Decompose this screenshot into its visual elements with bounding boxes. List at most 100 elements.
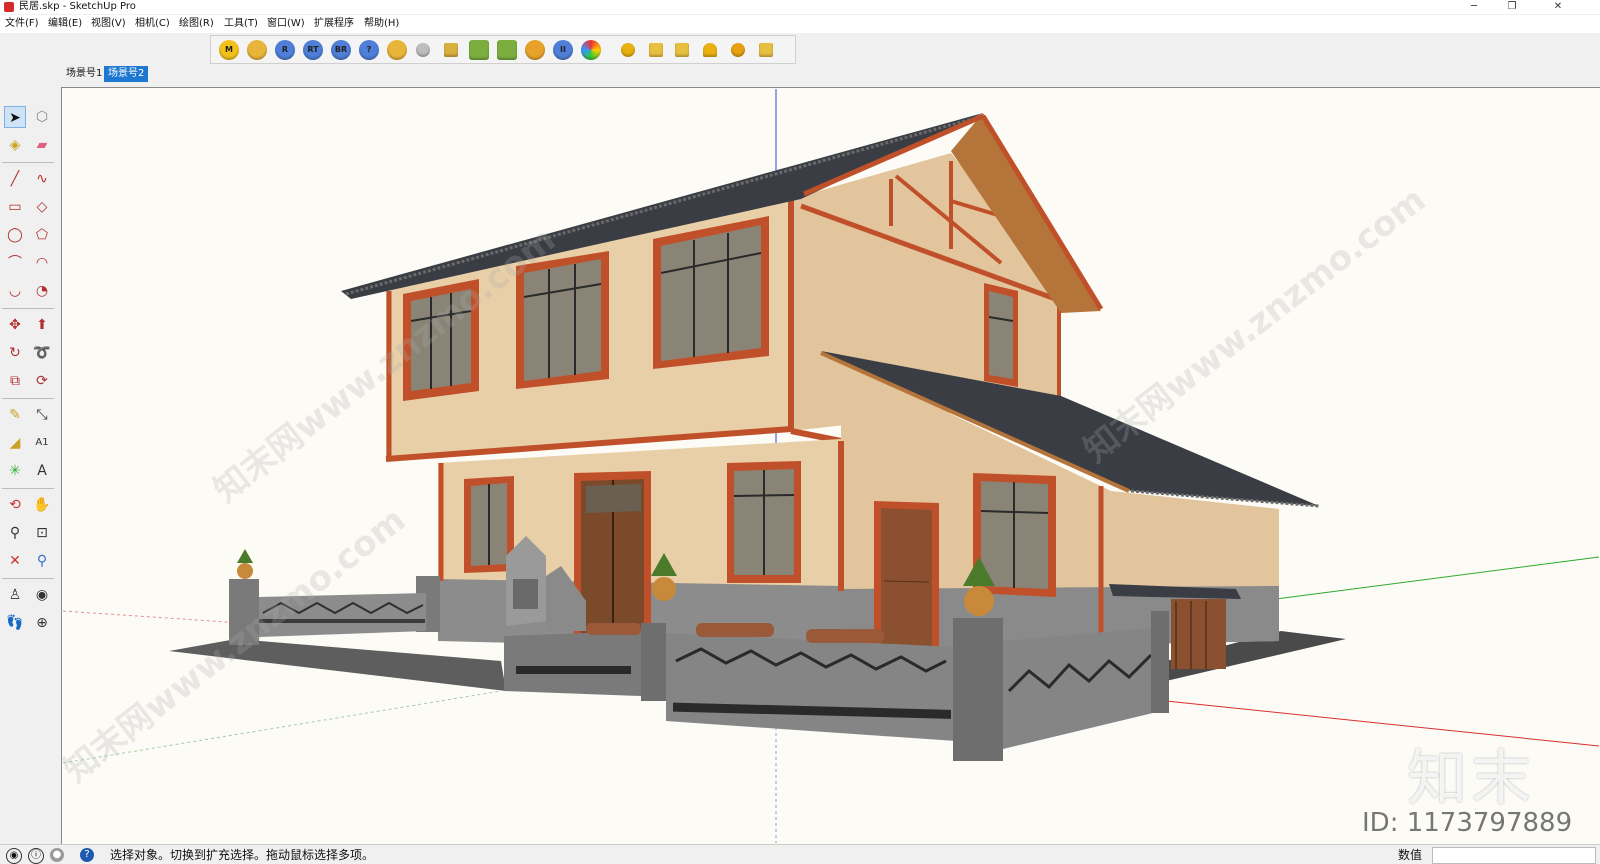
sketchup-app-icon bbox=[4, 2, 14, 12]
component-tool-icon[interactable]: ⬡ bbox=[31, 106, 53, 128]
toolbar-ball-icon[interactable] bbox=[731, 43, 745, 57]
log-bench bbox=[586, 623, 641, 635]
user-icon[interactable]: ● bbox=[50, 848, 64, 862]
toolbar-dome-icon[interactable] bbox=[703, 43, 717, 57]
toolbar-m-button[interactable]: M bbox=[219, 40, 239, 60]
toolbar-terrain-icon[interactable] bbox=[469, 40, 489, 60]
zoom-extents-icon[interactable]: ✕ bbox=[4, 550, 26, 572]
tab-scene-1[interactable]: 场景号1 bbox=[62, 66, 106, 82]
toolbar-stand-icon[interactable] bbox=[649, 43, 663, 57]
toolbar-fence-icon[interactable] bbox=[444, 43, 458, 57]
log-bench bbox=[806, 629, 884, 643]
window-upper-3 bbox=[653, 216, 769, 369]
menu-draw[interactable]: 绘图(R) bbox=[179, 17, 214, 31]
toolbar-help-button[interactable]: ? bbox=[359, 40, 379, 60]
zoom-tool-icon[interactable]: ⚲ bbox=[4, 522, 26, 544]
rotate-tool-icon[interactable]: ↻ bbox=[4, 342, 26, 364]
large-tool-set: ➤ ⬡ ◈ ▰ ╱ ∿ ▭ ◇ ◯ ⬠ ⌒ ◠ ◡ ◔ ✥ ⬆ ↻ ➰ ⧉ ⟳ … bbox=[0, 104, 58, 656]
toolbar-lamp-icon[interactable] bbox=[759, 43, 773, 57]
menu-tools[interactable]: 工具(T) bbox=[224, 17, 258, 31]
minimize-button[interactable]: ─ bbox=[1462, 0, 1486, 14]
polygon-tool-icon[interactable]: ⬠ bbox=[31, 224, 53, 246]
push-pull-icon[interactable]: ⬆ bbox=[31, 314, 53, 336]
walk-tool-icon[interactable]: 👣 bbox=[4, 612, 26, 634]
credits-icon[interactable]: ⓘ bbox=[28, 848, 44, 864]
previous-view-icon[interactable]: ⚲ bbox=[31, 550, 53, 572]
window-title: 民居.skp - SketchUp Pro bbox=[19, 1, 136, 12]
menu-edit[interactable]: 编辑(E) bbox=[48, 17, 82, 31]
toolbar-pause-button[interactable]: II bbox=[553, 40, 573, 60]
freehand-tool-icon[interactable]: ∿ bbox=[31, 168, 53, 190]
status-message: 选择对象。切换到扩充选择。拖动鼠标选择多项。 bbox=[110, 848, 375, 862]
menu-bar: 文件(F) 编辑(E) 视图(V) 相机(C) 绘图(R) 工具(T) 窗口(W… bbox=[0, 15, 1600, 33]
extension-toolbar: M R RT BR ? II bbox=[210, 35, 796, 64]
toolbar-flag-icon[interactable] bbox=[675, 43, 689, 57]
close-button[interactable]: ✕ bbox=[1546, 0, 1570, 14]
log-bench bbox=[696, 623, 774, 637]
side-door bbox=[874, 501, 939, 653]
rectangle-tool-icon[interactable]: ▭ bbox=[4, 196, 26, 218]
restore-button[interactable]: ❐ bbox=[1500, 0, 1524, 14]
planter-left bbox=[237, 549, 253, 579]
dimension-tool-icon[interactable]: ⤡ bbox=[31, 404, 53, 426]
three-point-arc-icon[interactable]: ◡ bbox=[4, 280, 26, 302]
offset-tool-icon[interactable]: ⟳ bbox=[31, 370, 53, 392]
toolbar-rt-button[interactable]: RT bbox=[303, 40, 323, 60]
tool-separator bbox=[2, 578, 54, 579]
3d-text-icon[interactable]: A bbox=[31, 460, 53, 482]
protractor-icon[interactable]: ◢ bbox=[4, 432, 26, 454]
select-tool-icon[interactable]: ➤ bbox=[4, 106, 26, 128]
text-tool-icon[interactable]: A1 bbox=[31, 432, 53, 454]
pie-tool-icon[interactable]: ◔ bbox=[31, 280, 53, 302]
pan-tool-icon[interactable]: ✋ bbox=[31, 494, 53, 516]
geo-location-icon[interactable]: ◉ bbox=[6, 848, 22, 864]
toolbar-label-icon[interactable] bbox=[387, 40, 407, 60]
menu-camera[interactable]: 相机(C) bbox=[135, 17, 170, 31]
measurements-input[interactable] bbox=[1432, 847, 1596, 864]
toolbar-terrain-edit-icon[interactable] bbox=[497, 40, 517, 60]
position-camera-icon[interactable]: ♙ bbox=[4, 584, 26, 606]
menu-help[interactable]: 帮助(H) bbox=[364, 17, 399, 31]
title-bar: 民居.skp - SketchUp Pro ─ ❐ ✕ bbox=[0, 0, 1600, 14]
toolbar-br-button[interactable]: BR bbox=[331, 40, 351, 60]
paint-bucket-icon[interactable]: ◈ bbox=[4, 134, 26, 156]
tape-measure-icon[interactable]: ✎ bbox=[4, 404, 26, 426]
instructor-help-icon[interactable]: ? bbox=[80, 848, 94, 862]
arc-tool-icon[interactable]: ⌒ bbox=[4, 252, 26, 274]
eraser-icon[interactable]: ▰ bbox=[31, 134, 53, 156]
section-plane-icon[interactable]: ⊕ bbox=[31, 612, 53, 634]
tool-separator bbox=[2, 162, 54, 163]
scene-tabs: 场景号1 场景号2 bbox=[0, 66, 1600, 84]
orbit-tool-icon[interactable]: ⟲ bbox=[4, 494, 26, 516]
model-viewport[interactable]: 知末网www.znzmo.com 知末网www.znzmo.com 知末网www… bbox=[61, 87, 1600, 844]
rotated-rectangle-icon[interactable]: ◇ bbox=[31, 196, 53, 218]
toolbar-target-icon[interactable] bbox=[525, 40, 545, 60]
toolbar-gold-sphere-icon[interactable] bbox=[621, 43, 635, 57]
move-tool-icon[interactable]: ✥ bbox=[4, 314, 26, 336]
axes-tool-icon[interactable]: ✳ bbox=[4, 460, 26, 482]
watermark-logo: 知末 bbox=[1407, 744, 1535, 814]
window-lower-2 bbox=[727, 461, 801, 583]
scale-tool-icon[interactable]: ⧉ bbox=[4, 370, 26, 392]
tab-scene-2[interactable]: 场景号2 bbox=[104, 66, 149, 82]
menu-window[interactable]: 窗口(W) bbox=[267, 17, 305, 31]
toolbar-r-button[interactable]: R bbox=[275, 40, 295, 60]
look-around-icon[interactable]: ◉ bbox=[31, 584, 53, 606]
tool-separator bbox=[2, 398, 54, 399]
tool-separator bbox=[2, 488, 54, 489]
menu-file[interactable]: 文件(F) bbox=[5, 17, 39, 31]
toolbar-sphere-icon[interactable] bbox=[416, 43, 430, 57]
menu-extensions[interactable]: 扩展程序 bbox=[314, 17, 354, 31]
two-point-arc-icon[interactable]: ◠ bbox=[31, 252, 53, 274]
red-axis-hidden bbox=[62, 610, 242, 624]
line-tool-icon[interactable]: ╱ bbox=[4, 168, 26, 190]
toolbar-color-wheel-icon[interactable] bbox=[581, 40, 601, 60]
green-axis bbox=[1275, 556, 1600, 600]
zoom-window-icon[interactable]: ⊡ bbox=[31, 522, 53, 544]
menu-view[interactable]: 视图(V) bbox=[91, 17, 126, 31]
circle-tool-icon[interactable]: ◯ bbox=[4, 224, 26, 246]
follow-me-icon[interactable]: ➰ bbox=[31, 342, 53, 364]
watermark-id: ID: 1173797889 bbox=[1362, 808, 1573, 838]
measurements-label: 数值 bbox=[1398, 848, 1423, 862]
toolbar-tag-icon[interactable] bbox=[247, 40, 267, 60]
